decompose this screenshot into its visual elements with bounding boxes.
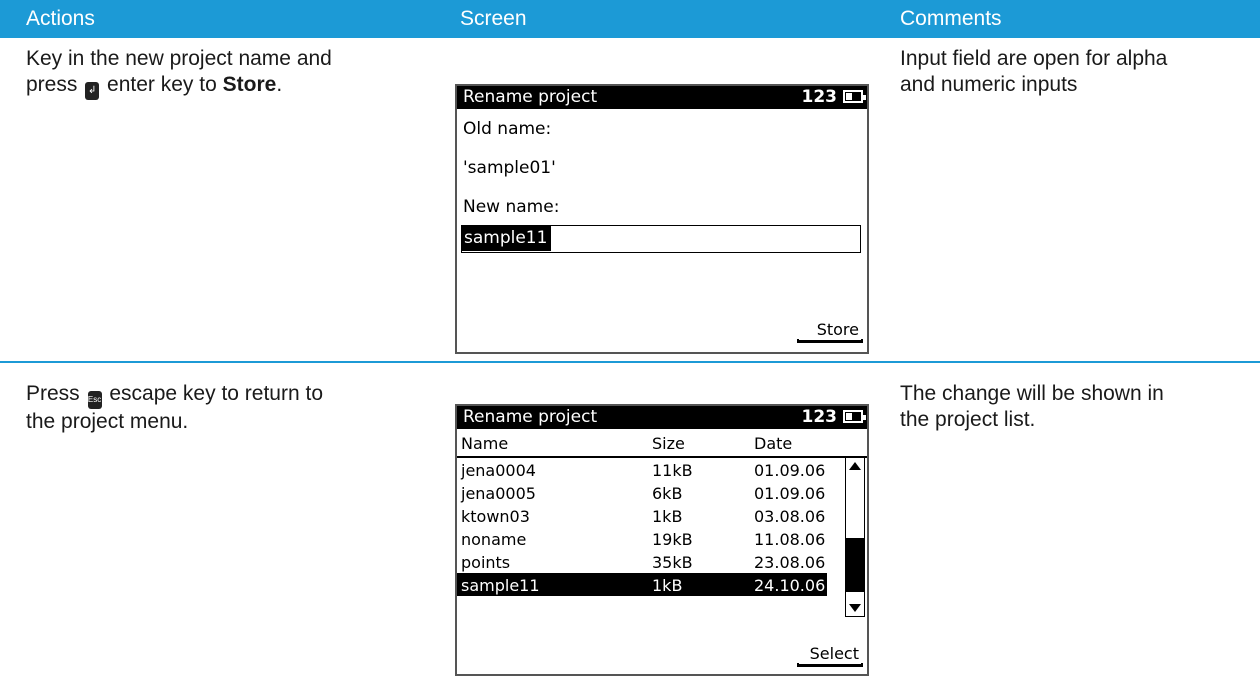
row2-comment: The change will be shown in the project … <box>900 381 1164 433</box>
item-name: jena0005 <box>461 484 536 503</box>
header-comments: Comments <box>900 7 1002 30</box>
item-name: sample11 <box>461 576 540 595</box>
store-softkey-bar <box>797 339 863 343</box>
row2-comment-line2: the project list. <box>900 408 1036 431</box>
header-actions: Actions <box>26 7 95 30</box>
item-size: 1kB <box>652 576 683 595</box>
scroll-up-icon[interactable] <box>849 462 861 470</box>
row1-action-pre: press <box>26 73 78 96</box>
screen-title-bar: Rename project 123 <box>457 406 867 429</box>
row2-comment-line1: The change will be shown in <box>900 382 1164 405</box>
battery-icon <box>843 90 866 103</box>
item-date: 23.08.06 <box>754 553 826 572</box>
new-name-label: New name: <box>463 197 560 217</box>
old-name-value: 'sample01' <box>463 158 556 178</box>
item-date: 11.08.06 <box>754 530 826 549</box>
item-size: 1kB <box>652 507 683 526</box>
row2-action: Press Esc escape key to return to the pr… <box>26 381 323 435</box>
store-softkey[interactable]: Store <box>817 320 859 339</box>
item-size: 35kB <box>652 553 693 572</box>
item-name: points <box>461 553 511 572</box>
row1-action-mid: enter key to <box>107 73 217 96</box>
select-softkey[interactable]: Select <box>810 644 859 663</box>
screen-title: Rename project <box>463 87 598 107</box>
item-date: 24.10.06 <box>754 576 826 595</box>
column-size: Size <box>652 434 685 453</box>
item-size: 11kB <box>652 461 693 480</box>
row2-action-mid: escape key to return to <box>109 382 323 405</box>
new-name-value: sample11 <box>462 226 552 251</box>
row2-action-line1: Press Esc escape key to return to <box>26 381 323 409</box>
row1-action-store: Store <box>222 73 277 96</box>
project-list-screen: Rename project 123 Name Size Date jena00… <box>455 404 869 676</box>
row1-action: Key in the new project name and press ↲ … <box>26 46 332 100</box>
item-size: 19kB <box>652 530 693 549</box>
list-column-header: Name Size Date <box>457 431 867 458</box>
new-name-input[interactable]: sample11 <box>461 225 861 253</box>
rename-screen: Rename project 123 Old name: 'sample01' … <box>455 84 869 354</box>
screen-title-bar: Rename project 123 <box>457 86 867 109</box>
item-name: noname <box>461 530 527 549</box>
item-name: ktown03 <box>461 507 530 526</box>
list-item-selected[interactable]: sample11 1kB 24.10.06 <box>457 573 827 596</box>
input-mode-indicator: 123 <box>801 87 838 107</box>
column-date: Date <box>754 434 793 453</box>
row1-comment: Input field are open for alpha and numer… <box>900 46 1167 98</box>
escape-key-icon: Esc <box>87 391 102 409</box>
list-scrollbar[interactable] <box>845 457 865 617</box>
row2-action-line2: the project menu. <box>26 410 189 433</box>
old-name-label: Old name: <box>463 119 552 139</box>
battery-icon <box>843 410 866 423</box>
item-date: 01.09.06 <box>754 484 826 503</box>
scroll-down-icon[interactable] <box>849 604 861 612</box>
list-item[interactable]: jena0004 11kB 01.09.06 <box>457 458 827 481</box>
select-softkey-bar <box>797 663 863 667</box>
row1-comment-line2: and numeric inputs <box>900 73 1078 96</box>
item-date: 01.09.06 <box>754 461 826 480</box>
row1-action-end: . <box>276 73 283 96</box>
item-name: jena0004 <box>461 461 536 480</box>
row2-action-pre: Press <box>26 382 80 405</box>
screen-title: Rename project <box>463 407 598 427</box>
column-name: Name <box>461 434 509 453</box>
scroll-thumb[interactable] <box>846 538 864 592</box>
row1-action-line1: Key in the new project name and <box>26 47 332 70</box>
item-date: 03.08.06 <box>754 507 826 526</box>
enter-key-icon: ↲ <box>85 82 100 100</box>
list-item[interactable]: ktown03 1kB 03.08.06 <box>457 504 827 527</box>
list-item[interactable]: jena0005 6kB 01.09.06 <box>457 481 827 504</box>
list-item[interactable]: points 35kB 23.08.06 <box>457 550 827 573</box>
item-size: 6kB <box>652 484 683 503</box>
row1-comment-line1: Input field are open for alpha <box>900 47 1168 70</box>
input-mode-indicator: 123 <box>801 407 838 427</box>
list-item[interactable]: noname 19kB 11.08.06 <box>457 527 827 550</box>
row-divider <box>0 361 1260 363</box>
header-screen: Screen <box>460 7 527 30</box>
table-header: Actions Screen Comments <box>0 0 1260 38</box>
row1-action-line2: press ↲ enter key to Store. <box>26 72 332 100</box>
